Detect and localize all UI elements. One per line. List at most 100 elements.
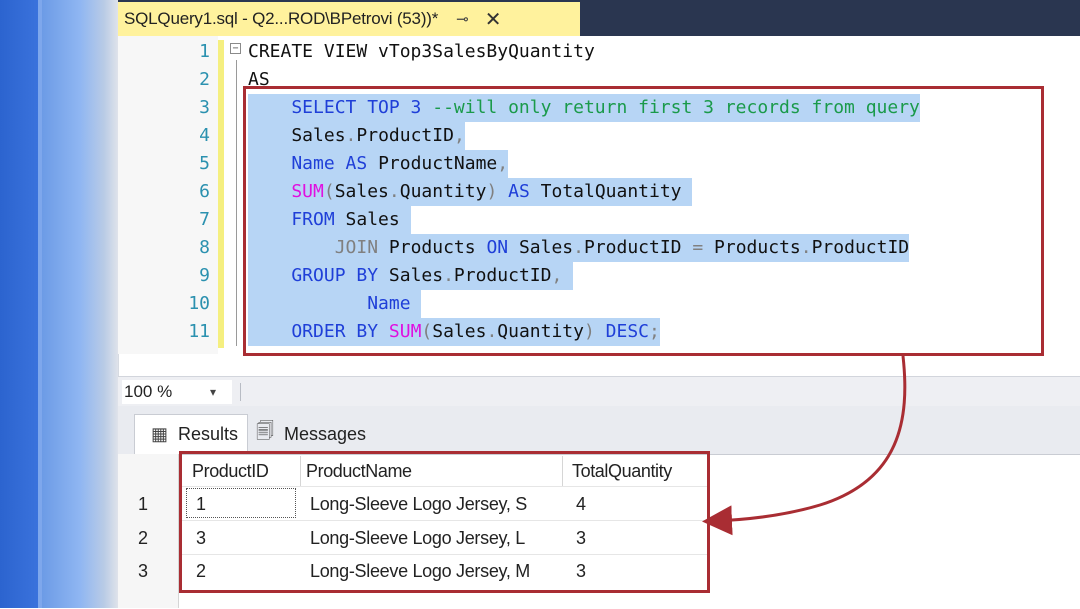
code-token: JOIN: [248, 237, 389, 258]
code-token: Name: [248, 293, 422, 314]
code-token: Quantity: [497, 321, 584, 342]
cell-productname[interactable]: Long-Sleeve Logo Jersey, L: [310, 523, 525, 553]
line-number: 5: [199, 153, 210, 174]
code-token: ,: [453, 125, 465, 146]
document-tab[interactable]: SQLQuery1.sql - Q2...ROD\BPetrovi (53))*…: [118, 2, 580, 36]
zoom-bar: 100 % ▾: [118, 376, 1080, 406]
code-token: Sales: [388, 265, 444, 286]
code-token: SUM: [248, 181, 324, 202]
cell-totalquantity[interactable]: 3: [576, 523, 586, 553]
messages-icon: 🗐: [256, 421, 274, 441]
code-token: ProductID: [583, 237, 693, 258]
line-number: 4: [199, 125, 210, 146]
code-line[interactable]: FROM Sales: [248, 206, 411, 234]
zoom-select[interactable]: 100 % ▾: [122, 380, 232, 404]
code-token: =: [692, 237, 715, 258]
column-divider: [180, 456, 181, 486]
tab-messages[interactable]: 🗐 Messages: [248, 414, 388, 454]
code-token: AS: [508, 181, 541, 202]
cell-totalquantity[interactable]: 4: [576, 489, 586, 519]
cell-productid[interactable]: 2: [196, 556, 206, 586]
line-number: 7: [199, 209, 210, 230]
code-token: ProductID: [453, 265, 552, 286]
code-token: Products: [388, 237, 487, 258]
cell-totalquantity[interactable]: 3: [576, 556, 586, 586]
code-token: (: [421, 321, 433, 342]
code-token: DESC: [605, 321, 650, 342]
column-header-totalquantity[interactable]: TotalQuantity: [572, 458, 672, 484]
code-line[interactable]: CREATE VIEW vTop3SalesByQuantity: [248, 38, 595, 66]
code-token: .: [573, 237, 584, 258]
code-token: (: [323, 181, 335, 202]
splitter-handle[interactable]: [240, 383, 241, 401]
code-line[interactable]: Name: [248, 290, 422, 318]
code-token: ProductName: [378, 153, 498, 174]
pin-icon[interactable]: ⊸: [456, 10, 469, 28]
collapse-icon[interactable]: −: [230, 43, 241, 54]
row-number: 3: [138, 561, 149, 581]
code-line[interactable]: Name AS ProductName,: [248, 150, 509, 178]
cell-productname[interactable]: Long-Sleeve Logo Jersey, S: [310, 489, 527, 519]
code-token: TotalQuantity: [540, 181, 693, 202]
code-token: CREATE VIEW vTop3SalesByQuantity: [248, 41, 595, 62]
line-number: 1: [199, 41, 210, 62]
code-token: Sales: [518, 237, 574, 258]
code-token: SUM: [388, 321, 422, 342]
code-token: ProductID: [811, 237, 910, 258]
code-token: FROM: [248, 209, 346, 230]
left-background: [0, 0, 118, 608]
code-token: Name: [248, 153, 346, 174]
code-line[interactable]: Sales.ProductID,: [248, 122, 465, 150]
line-number: 10: [188, 293, 210, 314]
code-token: ;: [649, 321, 660, 342]
results-tab-strip: ▦ Results 🗐 Messages: [118, 406, 1080, 454]
code-token: ): [583, 321, 606, 342]
row-number-column: [118, 454, 179, 608]
code-line[interactable]: ORDER BY SUM(Sales.Quantity) DESC;: [248, 318, 660, 346]
line-number: 6: [199, 181, 210, 202]
cell-productid[interactable]: 3: [196, 523, 206, 553]
code-token: AS: [345, 153, 379, 174]
code-line[interactable]: SUM(Sales.Quantity) AS TotalQuantity: [248, 178, 693, 206]
document-tab-title: SQLQuery1.sql - Q2...ROD\BPetrovi (53))*: [124, 9, 439, 28]
code-token: ,: [497, 153, 509, 174]
line-number: 8: [199, 237, 210, 258]
row-divider: [180, 486, 710, 487]
code-token: SELECT TOP 3: [248, 97, 433, 118]
code-token: Sales: [345, 209, 411, 230]
code-line[interactable]: AS: [248, 66, 270, 94]
code-token: .: [388, 181, 400, 202]
tab-results[interactable]: ▦ Results: [134, 414, 248, 454]
outline-fold-line: [236, 60, 237, 346]
chevron-down-icon[interactable]: ▾: [210, 380, 216, 404]
line-number: 9: [199, 265, 210, 286]
cell-productname[interactable]: Long-Sleeve Logo Jersey, M: [310, 556, 530, 586]
code-token: Sales: [334, 181, 389, 202]
grid-icon: ▦: [151, 424, 169, 444]
column-header-productname[interactable]: ProductName: [306, 458, 412, 484]
row-number: 2: [138, 528, 149, 548]
code-token: ,: [551, 265, 574, 286]
code-token: Quantity: [399, 181, 487, 202]
cell-productid[interactable]: 1: [196, 489, 206, 519]
code-token: Products: [714, 237, 801, 258]
code-line[interactable]: SELECT TOP 3 --will only return first 3 …: [248, 94, 920, 122]
accent-stripe: [38, 0, 42, 608]
code-token: .: [800, 237, 812, 258]
code-line[interactable]: GROUP BY Sales.ProductID,: [248, 262, 574, 290]
code-token: ON: [486, 237, 519, 258]
code-token: Sales: [248, 125, 346, 146]
column-header-productid[interactable]: ProductID: [192, 458, 269, 484]
code-token: ORDER BY: [248, 321, 389, 342]
code-token: ): [486, 181, 509, 202]
code-token: .: [345, 125, 357, 146]
code-token: GROUP BY: [248, 265, 389, 286]
close-icon[interactable]: ✕: [485, 7, 502, 32]
line-number: 11: [188, 321, 210, 342]
code-token: ProductID: [356, 125, 454, 146]
tab-messages-label: Messages: [283, 423, 367, 444]
code-token: .: [443, 265, 454, 286]
row-divider: [180, 554, 710, 555]
column-divider: [562, 456, 563, 486]
code-line[interactable]: JOIN Products ON Sales.ProductID = Produ…: [248, 234, 910, 262]
